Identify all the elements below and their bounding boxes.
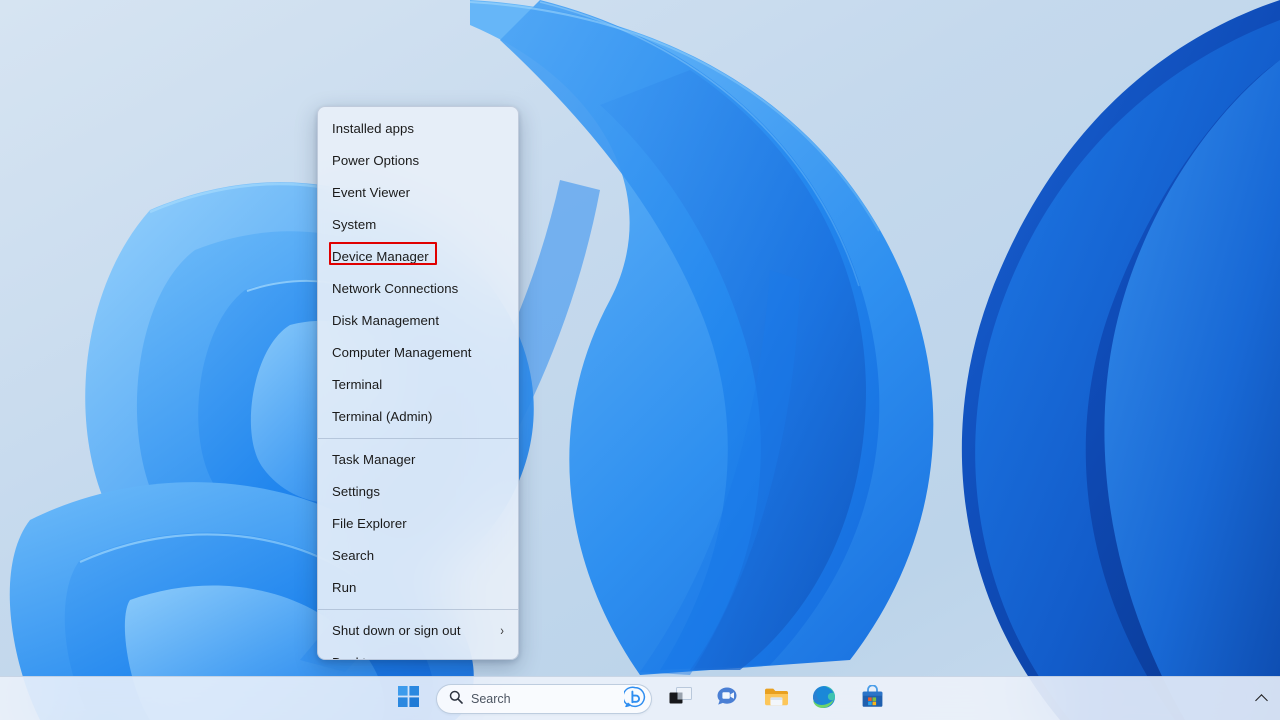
microsoft-store-button[interactable] — [852, 681, 892, 717]
menu-item-computer-management[interactable]: Computer Management — [318, 337, 518, 369]
show-hidden-icons-button[interactable] — [1248, 682, 1274, 716]
menu-separator — [318, 609, 518, 610]
search-input[interactable]: Search — [436, 684, 652, 714]
desktop[interactable]: Installed apps Power Options Event Viewe… — [0, 0, 1280, 720]
menu-item-installed-apps[interactable]: Installed apps — [318, 113, 518, 145]
menu-item-label: Task Manager — [332, 452, 416, 467]
menu-item-network-connections[interactable]: Network Connections — [318, 273, 518, 305]
menu-item-label: Run — [332, 580, 357, 595]
menu-item-label: Power Options — [332, 153, 420, 168]
chevron-up-icon — [1254, 694, 1268, 707]
chevron-right-icon: › — [500, 623, 504, 639]
menu-item-device-manager[interactable]: Device Manager — [318, 241, 518, 273]
start-button[interactable] — [388, 681, 428, 717]
menu-item-settings[interactable]: Settings — [318, 476, 518, 508]
microsoft-store-icon — [861, 684, 884, 713]
menu-item-file-explorer[interactable]: File Explorer — [318, 508, 518, 540]
menu-item-label: Terminal — [332, 377, 383, 392]
menu-item-label: System — [332, 217, 377, 232]
copilot-icon[interactable] — [622, 686, 646, 713]
menu-item-power-options[interactable]: Power Options — [318, 145, 518, 177]
system-tray — [1248, 677, 1274, 720]
chat-icon — [716, 686, 740, 713]
menu-item-label: Desktop — [332, 647, 506, 659]
menu-item-label: Event Viewer — [332, 185, 411, 200]
search-placeholder: Search — [471, 692, 511, 706]
menu-item-label: Terminal (Admin) — [332, 409, 433, 424]
menu-item-label: Installed apps — [332, 121, 415, 136]
menu-item-label: Shut down or sign out — [332, 623, 461, 638]
file-explorer-icon — [764, 686, 789, 712]
menu-item-disk-management[interactable]: Disk Management — [318, 305, 518, 337]
search-icon — [449, 690, 463, 709]
menu-item-event-viewer[interactable]: Event Viewer — [318, 177, 518, 209]
microsoft-edge-button[interactable] — [804, 681, 844, 717]
file-explorer-button[interactable] — [756, 681, 796, 717]
menu-item-label: Disk Management — [332, 313, 440, 328]
task-view-icon — [669, 686, 692, 712]
menu-separator — [318, 438, 518, 439]
menu-item-label: Search — [332, 548, 375, 563]
menu-item-label: Computer Management — [332, 345, 472, 360]
chat-button[interactable] — [708, 681, 748, 717]
menu-item-search[interactable]: Search — [318, 540, 518, 572]
menu-item-label: File Explorer — [332, 516, 407, 531]
menu-item-terminal-admin[interactable]: Terminal (Admin) — [318, 401, 518, 433]
menu-item-task-manager[interactable]: Task Manager — [318, 444, 518, 476]
menu-item-label: Device Manager — [332, 249, 429, 264]
menu-item-desktop[interactable]: Desktop — [318, 647, 518, 659]
taskbar-center-group: Search — [0, 677, 1280, 720]
microsoft-edge-icon — [812, 685, 836, 714]
menu-item-run[interactable]: Run — [318, 572, 518, 604]
taskbar[interactable]: Search — [0, 676, 1280, 720]
bloom-wallpaper — [0, 0, 1280, 720]
menu-item-label: Network Connections — [332, 281, 459, 296]
windows-logo-icon — [397, 686, 419, 712]
menu-item-system[interactable]: System — [318, 209, 518, 241]
task-view-button[interactable] — [660, 681, 700, 717]
menu-item-terminal[interactable]: Terminal — [318, 369, 518, 401]
menu-item-shut-down-or-sign-out[interactable]: Shut down or sign out › — [318, 615, 518, 647]
winx-menu[interactable]: Installed apps Power Options Event Viewe… — [317, 106, 519, 660]
menu-item-label: Settings — [332, 484, 381, 499]
